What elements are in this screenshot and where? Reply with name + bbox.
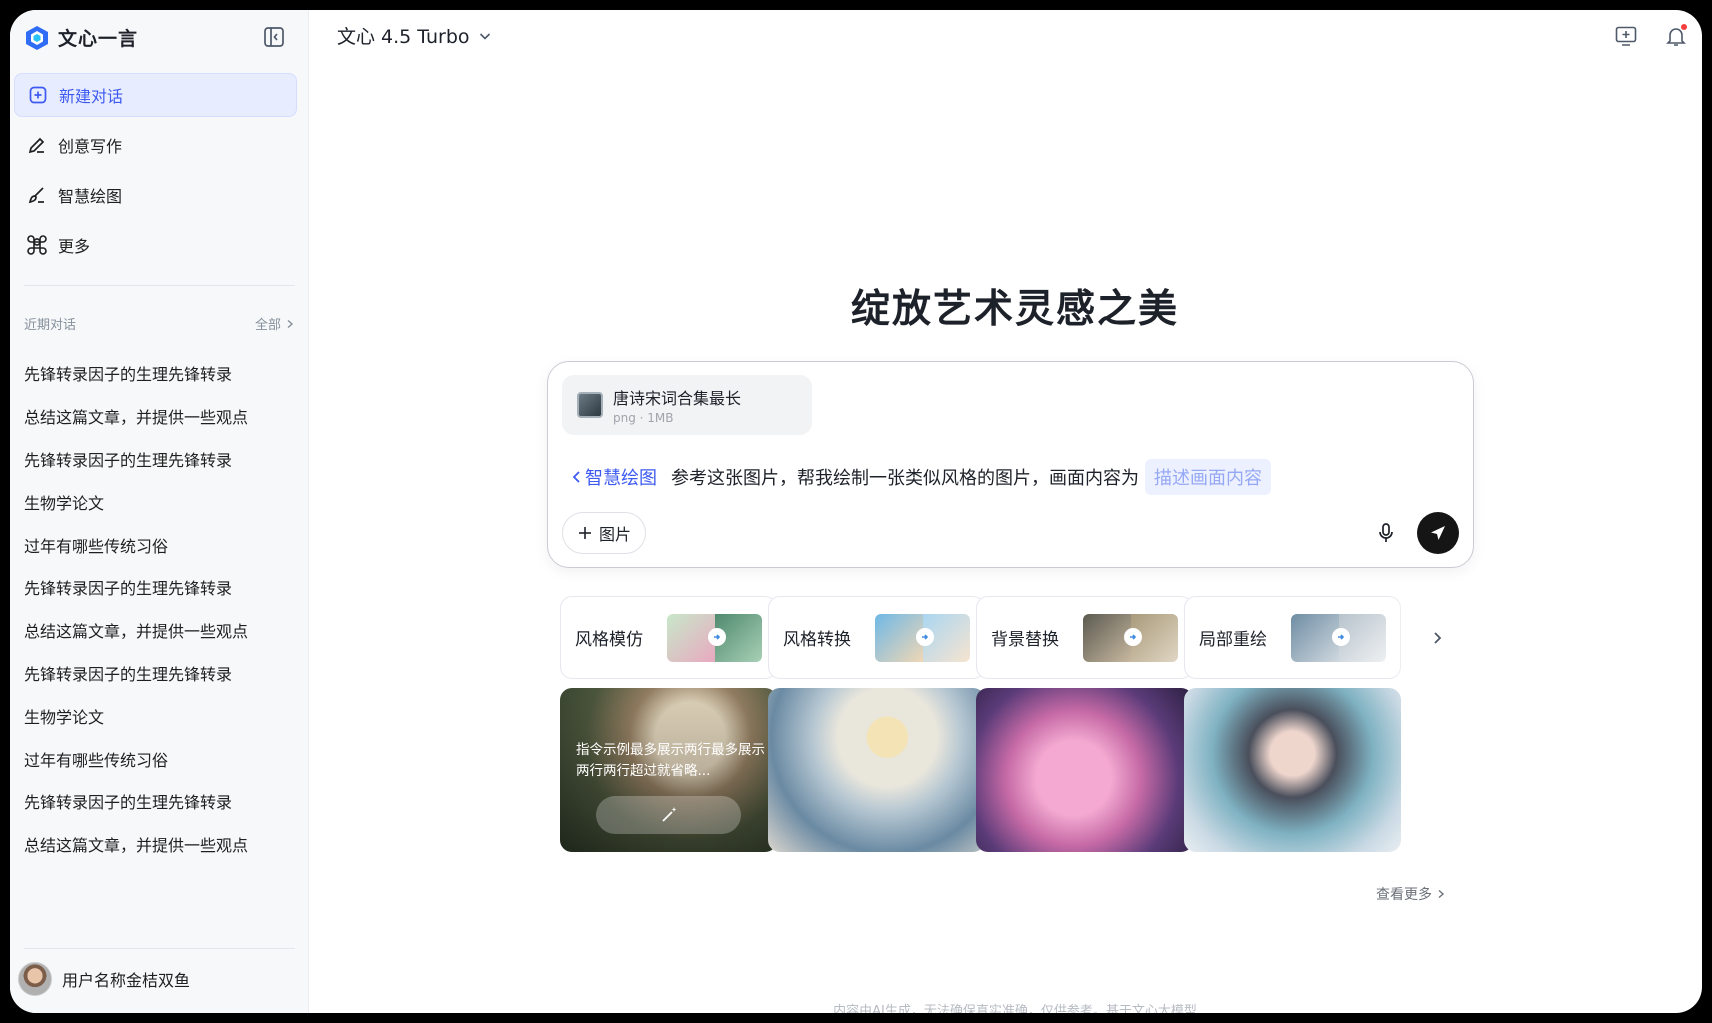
recent-all-link[interactable]: 全部	[255, 314, 295, 333]
recent-item[interactable]: 过年有哪些传统习俗	[24, 737, 295, 780]
disclaimer: 内容由AI生成，无法确保真实准确，仅供参考。基于文心大模型	[833, 1004, 1197, 1013]
sidebar-item-label: 更多	[58, 237, 91, 256]
recent-item[interactable]: 先锋转录因子的生理先锋转录	[24, 780, 295, 823]
sidebar-item-label: 智慧绘图	[58, 187, 123, 206]
prompt-input[interactable]: 智慧绘图 参考这张图片，帮我绘制一张类似风格的图片，画面内容为 描述画面内容	[571, 459, 1271, 495]
avatar	[18, 962, 52, 996]
microphone-icon[interactable]	[1374, 521, 1398, 545]
bell-icon[interactable]	[1662, 22, 1690, 50]
prompt-text: 参考这张图片，帮我绘制一张类似风格的图片，画面内容为	[671, 468, 1139, 489]
page-title: 绽放艺术灵感之美	[850, 287, 1179, 332]
recent-item[interactable]: 先锋转录因子的生理先锋转录	[24, 652, 295, 695]
file-thumbnail	[577, 392, 603, 418]
tool-partial-redraw[interactable]: 局部重绘	[1184, 596, 1401, 679]
tools-row: 风格模仿 风格转换 背景替换 局部重绘	[560, 596, 1460, 679]
example-caption: 指令示例最多展示两行最多展示两行两行超过就省略...	[576, 742, 765, 779]
send-icon	[1431, 526, 1445, 540]
recent-list: 先锋转录因子的生理先锋转录 总结这篇文章，并提供一些观点 先锋转录因子的生理先锋…	[24, 352, 295, 866]
plus-icon	[579, 527, 591, 539]
model-selector[interactable]: 文心 4.5 Turbo	[337, 22, 492, 49]
tool-label: 风格转换	[783, 630, 851, 650]
add-image-button[interactable]: 图片	[562, 512, 647, 554]
recent-title: 近期对话	[24, 318, 77, 333]
tool-background-replace[interactable]: 背景替换	[976, 596, 1193, 679]
collapse-sidebar-icon[interactable]	[260, 23, 288, 51]
tool-thumbnail	[667, 614, 762, 662]
composer: 唐诗宋词合集最长 png · 1MB 智慧绘图 参考这张图片，帮我绘制一张类似风…	[547, 361, 1474, 568]
tool-thumbnail	[1083, 614, 1178, 662]
example-gallery: 指令示例最多展示两行最多展示两行两行超过就省略...	[560, 688, 1460, 852]
sidebar-item-smart-drawing[interactable]: 智慧绘图	[14, 173, 297, 217]
recent-item[interactable]: 生物学论文	[24, 480, 295, 523]
example-card[interactable]: 指令示例最多展示两行最多展示两行两行超过就省略...	[560, 688, 777, 852]
tool-label: 局部重绘	[1199, 630, 1267, 650]
user-profile[interactable]: 用户名称金桔双鱼	[18, 962, 190, 996]
tool-label: 风格模仿	[575, 630, 643, 650]
wenxin-logo-icon	[26, 25, 48, 50]
model-name: 文心 4.5 Turbo	[337, 26, 470, 48]
sidebar: 文心一言 新建对话 创意写作 智慧绘图 更多 近期对话 全部 先锋转录因子的生理…	[10, 10, 309, 1013]
new-window-icon[interactable]	[1612, 22, 1640, 50]
recent-header: 近期对话 全部	[24, 314, 295, 333]
mode-tag[interactable]: 智慧绘图	[571, 464, 657, 490]
command-icon	[26, 234, 48, 256]
prompt-slot[interactable]: 描述画面内容	[1145, 459, 1271, 495]
tool-style-transfer[interactable]: 风格转换	[768, 596, 985, 679]
sidebar-item-new-chat[interactable]: 新建对话	[14, 73, 297, 117]
app-window: 文心一言 新建对话 创意写作 智慧绘图 更多 近期对话 全部 先锋转录因子的生理…	[10, 10, 1702, 1013]
tool-style-imitation[interactable]: 风格模仿	[560, 596, 777, 679]
example-card[interactable]	[976, 688, 1193, 852]
recent-item[interactable]: 先锋转录因子的生理先锋转录	[24, 352, 295, 395]
magic-wand-icon	[661, 807, 676, 822]
sidebar-item-more[interactable]: 更多	[14, 223, 297, 267]
chevron-left-icon	[572, 471, 580, 483]
example-card[interactable]	[768, 688, 985, 852]
file-meta: png · 1MB	[613, 411, 674, 425]
sidebar-item-label: 创意写作	[58, 137, 123, 156]
tool-label: 背景替换	[991, 630, 1059, 650]
new-chat-icon	[27, 84, 49, 106]
draw-button[interactable]	[596, 796, 741, 834]
tool-thumbnail	[1291, 614, 1386, 662]
divider	[24, 948, 295, 949]
attached-file[interactable]: 唐诗宋词合集最长 png · 1MB	[562, 375, 812, 435]
tool-thumbnail	[875, 614, 970, 662]
example-card[interactable]	[1184, 688, 1401, 852]
sidebar-nav: 新建对话 创意写作 智慧绘图 更多	[14, 73, 297, 273]
file-name: 唐诗宋词合集最长	[613, 389, 742, 408]
chevron-right-icon	[1438, 889, 1445, 899]
user-name: 用户名称金桔双鱼	[62, 971, 191, 990]
paint-brush-icon	[26, 184, 48, 206]
sidebar-item-label: 新建对话	[59, 87, 124, 106]
chevron-right-icon[interactable]	[1426, 627, 1448, 649]
app-name: 文心一言	[58, 28, 139, 50]
notification-dot	[1681, 24, 1687, 30]
recent-item[interactable]: 过年有哪些传统习俗	[24, 523, 295, 566]
tools-fade	[1390, 596, 1430, 679]
recent-item[interactable]: 总结这篇文章，并提供一些观点	[24, 823, 295, 866]
view-more-link[interactable]: 查看更多	[1376, 884, 1446, 904]
recent-item[interactable]: 总结这篇文章，并提供一些观点	[24, 395, 295, 438]
send-button[interactable]	[1417, 512, 1459, 554]
recent-item[interactable]: 总结这篇文章，并提供一些观点	[24, 609, 295, 652]
chevron-right-icon	[287, 319, 294, 328]
brand[interactable]: 文心一言	[24, 24, 138, 51]
chevron-down-icon	[479, 32, 490, 40]
recent-item[interactable]: 先锋转录因子的生理先锋转录	[24, 566, 295, 609]
recent-item[interactable]: 先锋转录因子的生理先锋转录	[24, 438, 295, 481]
sidebar-item-creative-writing[interactable]: 创意写作	[14, 123, 297, 167]
top-actions	[1612, 22, 1690, 50]
recent-item[interactable]: 生物学论文	[24, 694, 295, 737]
pen-icon	[26, 134, 48, 156]
divider	[24, 285, 295, 286]
